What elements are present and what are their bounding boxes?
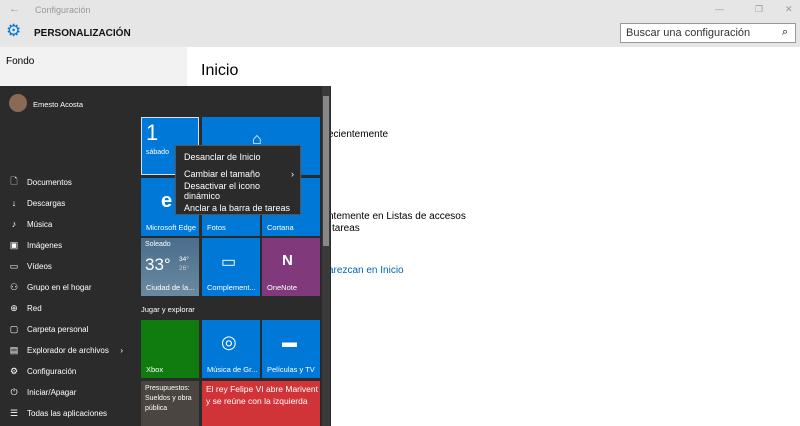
- maximize-button[interactable]: ❐: [755, 4, 763, 15]
- nav-label: Carpeta personal: [27, 324, 89, 334]
- clapperboard-icon: ▬: [282, 334, 297, 351]
- setting-text: ntemente en Listas de accesos: [328, 211, 466, 222]
- power-icon: ⏻: [10, 386, 18, 397]
- nav-grupo-hogar[interactable]: ⚇ Grupo en el hogar: [0, 277, 133, 297]
- search-input[interactable]: Buscar una configuración: [620, 23, 796, 43]
- scrollbar[interactable]: [322, 86, 330, 426]
- settings-link[interactable]: arezcan en Inicio: [328, 265, 404, 276]
- nav-label: Música: [27, 219, 53, 229]
- weather-temp: 33°: [145, 255, 171, 274]
- download-icon: ↓: [11, 198, 17, 208]
- onenote-icon: N: [282, 252, 293, 269]
- movies-tile[interactable]: ▬ Películas y TV: [262, 320, 320, 378]
- tile-label: Ciudad de la...: [146, 283, 195, 292]
- weather-low: 26°: [179, 265, 189, 272]
- groove-tile[interactable]: ◎ Música de Gr...: [202, 320, 260, 378]
- music-icon: ♪: [11, 219, 17, 229]
- menu-item-unpin[interactable]: Desanclar de Inicio: [176, 148, 300, 165]
- sidebar-item-fondo[interactable]: Fondo: [6, 56, 34, 67]
- tile-label: Cortana: [267, 223, 294, 232]
- page-title: PERSONALIZACIÓN: [34, 28, 131, 39]
- nav-power[interactable]: ⏻ Iniciar/Apagar: [0, 382, 133, 402]
- settings-icon: ⚙: [9, 365, 19, 376]
- tile-label: El rey Felipe VI abre Marivent y se reún…: [206, 384, 318, 406]
- folder-icon: ▢: [9, 323, 19, 334]
- nav-configuracion[interactable]: ⚙ Configuración: [0, 361, 133, 381]
- homegroup-icon: ⚇: [9, 281, 19, 292]
- nav-label: Imágenes: [27, 240, 63, 250]
- nav-label: Explorador de archivos: [27, 345, 109, 355]
- calendar-day: 1: [146, 120, 159, 145]
- setting-text: ecientemente: [328, 129, 389, 140]
- nav-explorador[interactable]: ▤ Explorador de archivos ›: [0, 340, 133, 360]
- nav-red[interactable]: ⊕ Red: [0, 298, 133, 318]
- scrollbar-thumb[interactable]: [323, 96, 329, 246]
- nav-label: Documentos: [27, 177, 72, 187]
- nav-musica[interactable]: ♪ Música: [0, 214, 133, 234]
- file-explorer-icon: ▤: [9, 344, 19, 355]
- xbox-tile[interactable]: Xbox: [141, 320, 199, 378]
- weather-condition: Soleado: [145, 241, 171, 248]
- video-icon: ▭: [9, 260, 19, 271]
- weather-tile[interactable]: Soleado 33° 34° 26° Ciudad de la...: [141, 238, 199, 296]
- devices-icon: ▭: [221, 254, 237, 271]
- menu-item-pin-taskbar[interactable]: Anclar a la barra de tareas: [176, 199, 300, 216]
- minimize-button[interactable]: —: [715, 4, 724, 14]
- nav-descargas[interactable]: ↓ Descargas: [0, 193, 133, 213]
- tile-label: Fotos: [207, 223, 226, 232]
- tile-label: Música de Gr...: [207, 365, 258, 374]
- nav-label: Grupo en el hogar: [27, 282, 92, 292]
- context-menu: Desanclar de Inicio Cambiar el tamaño › D…: [175, 145, 301, 215]
- tile-label: Presupuestos: Sueldos y obra pública: [145, 385, 192, 412]
- news-tile-king[interactable]: El rey Felipe VI abre Marivent y se reún…: [202, 381, 320, 426]
- nav-label: Red: [27, 303, 42, 313]
- tile-label: Películas y TV: [267, 365, 315, 374]
- groove-icon: ◎: [221, 332, 237, 352]
- tile-label: Xbox: [146, 365, 164, 374]
- avatar[interactable]: [9, 94, 27, 112]
- setting-text: tareas: [332, 223, 360, 234]
- menu-label: Desactivar el icono dinámico: [184, 180, 261, 201]
- nav-imagenes[interactable]: ▣ Imágenes: [0, 235, 133, 255]
- search-icon[interactable]: ⌕: [782, 26, 788, 39]
- nav-label: Iniciar/Apagar: [27, 387, 77, 397]
- menu-label: Anclar a la barra de tareas: [184, 202, 291, 213]
- menu-label: Desanclar de Inicio: [184, 151, 261, 162]
- news-tile-budget[interactable]: Presupuestos: Sueldos y obra pública: [141, 381, 199, 426]
- window-title: Configuración: [35, 5, 91, 15]
- edge-icon: e: [161, 190, 173, 212]
- chevron-right-icon[interactable]: ›: [120, 346, 123, 355]
- calendar-weekday: sábado: [146, 149, 169, 156]
- tile-label: Complement...: [207, 283, 256, 292]
- tile-label: Microsoft Edge: [146, 223, 197, 232]
- nav-label: Descargas: [27, 198, 66, 208]
- nav-videos[interactable]: ▭ Vídeos: [0, 256, 133, 276]
- nav-all-apps[interactable]: ☰ Todas las aplicaciones: [0, 403, 133, 423]
- tile-group-title: Jugar y explorar: [141, 305, 195, 314]
- nav-label: Todas las aplicaciones: [27, 408, 108, 418]
- nav-carpeta-personal[interactable]: ▢ Carpeta personal: [0, 319, 133, 339]
- nav-documentos[interactable]: 🗋 Documentos: [0, 172, 133, 192]
- companion-tile[interactable]: ▭ Complement...: [202, 238, 260, 296]
- document-icon: 🗋: [10, 176, 18, 186]
- weather-high: 34°: [179, 256, 189, 263]
- network-icon: ⊕: [10, 302, 18, 313]
- title-bar: ← Configuración — ❐ ✕: [0, 0, 800, 20]
- tile-label: OneNote: [267, 283, 298, 292]
- nav-label: Vídeos: [27, 261, 52, 271]
- close-button[interactable]: ✕: [785, 4, 793, 15]
- onenote-tile[interactable]: N OneNote: [262, 238, 320, 296]
- start-menu: Emesto Acosta 🗋 Documentos ↓ Descargas ♪ Mú…: [0, 86, 331, 426]
- menu-label: Cambiar el tamaño: [184, 168, 261, 179]
- menu-item-resize[interactable]: Cambiar el tamaño ›: [176, 165, 300, 182]
- gear-icon: ⚙: [6, 21, 22, 40]
- section-title: Inicio: [201, 62, 239, 79]
- back-button[interactable]: ←: [9, 3, 20, 15]
- list-icon: ☰: [9, 407, 19, 418]
- user-name[interactable]: Emesto Acosta: [33, 100, 83, 109]
- nav-label: Configuración: [27, 366, 77, 376]
- image-icon: ▣: [9, 239, 19, 250]
- menu-item-live-tile[interactable]: Desactivar el icono dinámico: [176, 180, 300, 201]
- chevron-right-icon: ›: [291, 168, 294, 179]
